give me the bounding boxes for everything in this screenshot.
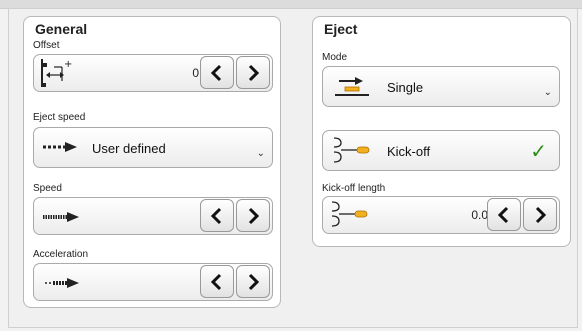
eject-speed-value: User defined — [92, 141, 166, 156]
chevron-left-icon — [210, 273, 222, 290]
chevron-right-icon — [535, 206, 547, 223]
general-title: General — [35, 21, 88, 37]
speed-increase-button[interactable] — [236, 199, 270, 232]
acceleration-decrease-button[interactable] — [200, 265, 234, 298]
offset-increase-button[interactable] — [236, 56, 270, 89]
chevron-left-icon — [210, 207, 222, 224]
kickoff-label: Kick-off — [387, 144, 431, 159]
dropdown-caret-icon: ⌄ — [543, 87, 552, 98]
mode-select[interactable]: Single ⌄ — [322, 66, 560, 107]
chevron-left-icon — [497, 206, 509, 223]
kickoff-length-field[interactable]: 0.0 — [322, 196, 560, 234]
kickoff-length-increase-button[interactable] — [523, 198, 557, 231]
offset-decrease-button[interactable] — [200, 56, 234, 89]
dropdown-caret-icon: ⌄ — [256, 148, 265, 159]
mode-label: Mode — [322, 52, 348, 63]
kickoff-toggle[interactable]: Kick-off ✓ — [322, 130, 560, 171]
eject-speed-label: Eject speed — [33, 112, 86, 123]
mode-single-icon — [335, 77, 369, 96]
chevron-left-icon — [210, 64, 222, 81]
kickoff-length-icon — [331, 201, 368, 227]
eject-speed-icon — [43, 142, 77, 152]
speed-label: Speed — [33, 183, 62, 194]
kickoff-length-decrease-button[interactable] — [487, 198, 521, 231]
general-panel: General Offset + 0.0 Eject speed User de… — [23, 16, 281, 308]
chevron-right-icon — [248, 64, 260, 81]
acceleration-icon — [45, 278, 79, 288]
kickoff-length-label: Kick-off length — [322, 183, 386, 194]
speed-field[interactable]: 5 — [33, 197, 273, 235]
eject-speed-select[interactable]: User defined ⌄ — [33, 127, 273, 168]
chevron-right-icon — [248, 273, 260, 290]
offset-field[interactable]: + 0.0 — [33, 54, 273, 92]
kickoff-icon — [333, 137, 370, 163]
svg-text:+: + — [64, 59, 72, 70]
mode-value: Single — [387, 80, 424, 95]
acceleration-increase-button[interactable] — [236, 265, 270, 298]
speed-decrease-button[interactable] — [200, 199, 234, 232]
kickoff-length-value: 0.0 — [471, 208, 488, 222]
eject-title: Eject — [324, 21, 358, 37]
checkmark-icon: ✓ — [530, 141, 547, 163]
acceleration-field[interactable]: 5 — [33, 263, 273, 301]
chevron-right-icon — [248, 207, 260, 224]
acceleration-label: Acceleration — [33, 249, 89, 260]
offset-icon: + — [41, 59, 72, 87]
offset-label: Offset — [33, 40, 60, 51]
speed-icon — [43, 212, 79, 222]
eject-panel: Eject Mode Single ⌄ Kick-off ✓ Kick-off … — [312, 16, 571, 247]
